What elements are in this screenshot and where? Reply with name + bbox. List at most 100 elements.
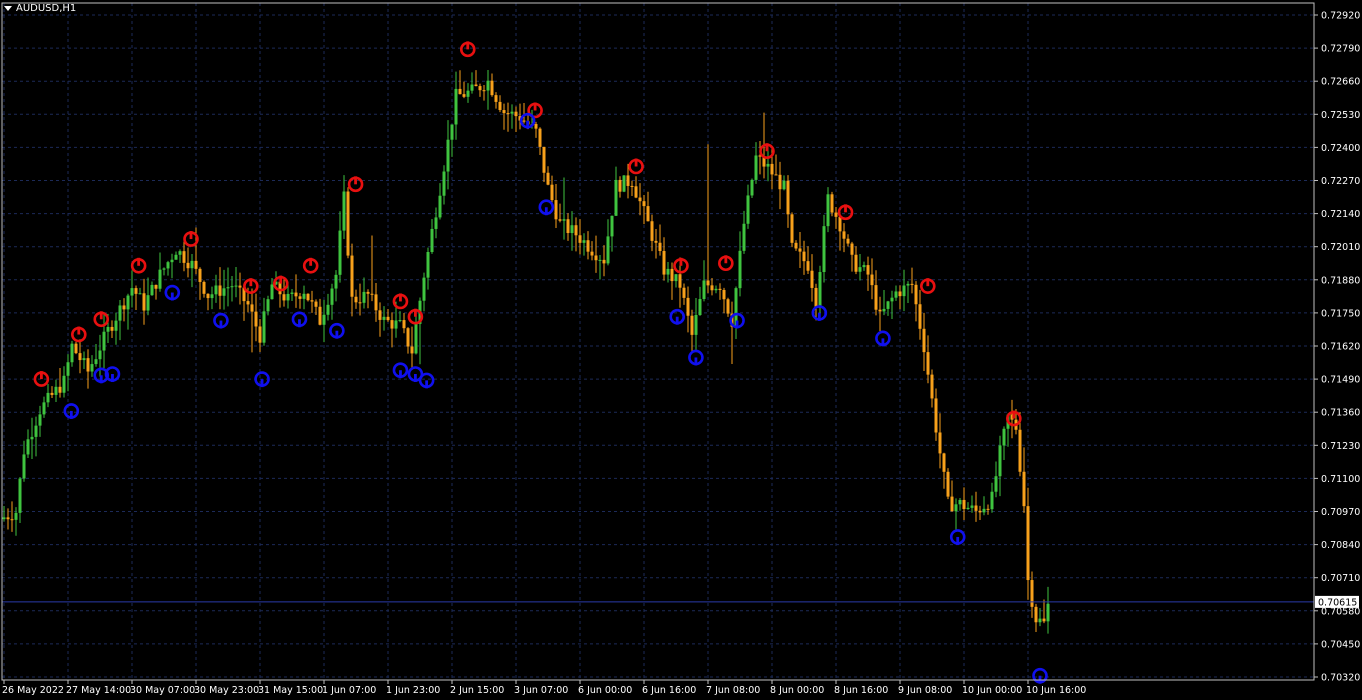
candle-body xyxy=(378,310,382,320)
chart-title[interactable]: AUDUSD,H1 xyxy=(4,3,76,14)
candle-body xyxy=(810,270,814,288)
candle-body xyxy=(646,206,650,222)
candle-body xyxy=(698,299,702,316)
candle-body xyxy=(458,88,462,95)
candle-body xyxy=(842,231,846,239)
candle-body xyxy=(522,120,526,122)
candle-body xyxy=(634,186,638,198)
candle-body xyxy=(570,225,574,234)
candle-body xyxy=(910,283,914,285)
candle-body xyxy=(186,262,190,269)
candle-body xyxy=(338,230,342,275)
candle-body xyxy=(138,293,142,295)
candle-body xyxy=(710,285,714,291)
candle-body xyxy=(506,113,510,115)
candle-body xyxy=(1002,428,1006,446)
candle-body xyxy=(774,174,778,176)
candle-body xyxy=(906,283,910,286)
candle-body xyxy=(454,88,458,125)
candle-body xyxy=(1026,506,1030,581)
candle-body xyxy=(950,496,954,512)
candle-body xyxy=(818,272,822,308)
candle-body xyxy=(642,201,646,207)
candle-body xyxy=(494,95,498,102)
x-tick-label: 1 Jun 07:00 xyxy=(322,685,376,696)
price-chart[interactable]: 0.70615 0.729200.727900.726600.725300.72… xyxy=(0,0,1362,700)
candle-body xyxy=(238,285,242,288)
candle-body xyxy=(990,491,994,510)
candle-body xyxy=(142,293,146,311)
candle-body xyxy=(858,267,862,272)
x-tick-label: 6 Jun 00:00 xyxy=(578,685,632,696)
candle-body xyxy=(778,174,782,190)
candle-body xyxy=(382,316,386,320)
y-tick-label: 0.71620 xyxy=(1321,342,1360,353)
candle-body xyxy=(470,84,474,91)
candle-body xyxy=(554,200,558,220)
candle-body xyxy=(970,505,974,508)
candle-body xyxy=(962,499,966,509)
candle-body xyxy=(498,101,502,111)
candle-body xyxy=(974,505,978,511)
candle-body xyxy=(222,288,226,296)
candle-body xyxy=(694,315,698,335)
candle-body xyxy=(30,436,34,440)
candle-body xyxy=(546,172,550,185)
x-tick-label: 10 Jun 16:00 xyxy=(1026,685,1086,696)
candle-body xyxy=(370,293,374,295)
x-tick-label: 1 Jun 23:00 xyxy=(386,685,440,696)
candle-body xyxy=(874,285,878,310)
chevron-down-icon[interactable] xyxy=(4,6,12,11)
candle-body xyxy=(866,265,870,275)
candle-body xyxy=(650,221,654,241)
y-tick-label: 0.71230 xyxy=(1321,441,1360,452)
x-tick-label: 3 Jun 07:00 xyxy=(514,685,568,696)
candle-body xyxy=(50,392,54,395)
candle-body xyxy=(754,155,758,180)
candle-body xyxy=(230,286,234,288)
y-tick-label: 0.71490 xyxy=(1321,375,1360,386)
candle-body xyxy=(206,293,210,299)
candle-body xyxy=(574,225,578,236)
candle-body xyxy=(22,454,26,479)
candle-body xyxy=(474,84,478,87)
x-tick-label: 6 Jun 16:00 xyxy=(642,685,696,696)
candle-body xyxy=(490,80,494,96)
candle-body xyxy=(550,184,554,201)
candle-body xyxy=(682,287,686,298)
candle-body xyxy=(34,425,38,437)
candle-body xyxy=(942,453,946,472)
candle-body xyxy=(922,328,926,353)
candle-body xyxy=(542,146,546,173)
candle-body xyxy=(58,386,62,393)
x-tick-label: 31 May 15:00 xyxy=(258,685,323,696)
candle-body xyxy=(390,320,394,329)
candle-body xyxy=(806,261,810,271)
y-tick-label: 0.70580 xyxy=(1321,606,1360,617)
candle-body xyxy=(954,504,958,512)
candle-body xyxy=(926,352,930,375)
candle-body xyxy=(794,242,798,249)
candle-body xyxy=(594,255,598,261)
candle-body xyxy=(486,80,490,91)
candle-body xyxy=(538,128,542,147)
candle-body xyxy=(42,402,46,415)
candle-body xyxy=(466,90,470,97)
candle-body xyxy=(406,328,410,347)
candle-body xyxy=(638,197,642,202)
candle-body xyxy=(74,343,78,354)
candle-body xyxy=(286,293,290,301)
candle-body xyxy=(598,259,602,261)
candle-body xyxy=(270,284,274,300)
candle-body xyxy=(430,228,434,253)
candle-body xyxy=(946,471,950,497)
candle-body xyxy=(862,265,866,268)
candle-body xyxy=(178,251,182,255)
candle-body xyxy=(98,350,102,360)
candle-body xyxy=(722,289,726,300)
candle-body xyxy=(854,254,858,272)
candle-body xyxy=(158,269,162,289)
candle-body xyxy=(18,478,22,513)
candle-body xyxy=(110,326,114,331)
candle-body xyxy=(146,295,150,311)
